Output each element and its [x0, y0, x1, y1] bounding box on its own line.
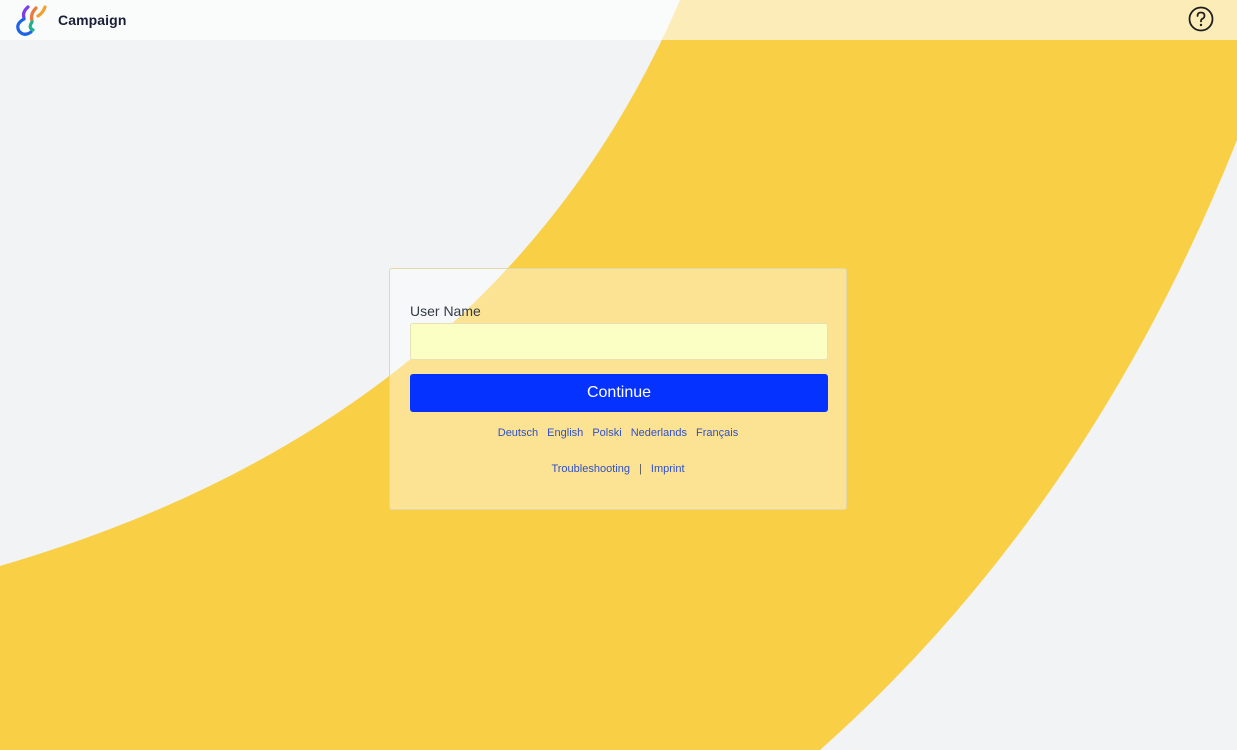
language-link-francais[interactable]: Français	[696, 427, 738, 439]
footer-links: Troubleshooting | Imprint	[390, 463, 846, 475]
top-bar: Campaign	[0, 0, 1237, 40]
imprint-link[interactable]: Imprint	[651, 463, 685, 475]
login-card: User Name Continue Deutsch English Polsk…	[389, 268, 847, 510]
username-input[interactable]	[410, 323, 828, 360]
help-circle-icon[interactable]	[1188, 6, 1214, 32]
language-link-deutsch[interactable]: Deutsch	[498, 427, 538, 439]
language-link-polski[interactable]: Polski	[592, 427, 621, 439]
language-links: Deutsch English Polski Nederlands França…	[390, 427, 846, 439]
troubleshooting-link[interactable]: Troubleshooting	[551, 463, 629, 475]
app-name: Campaign	[58, 12, 127, 28]
language-link-nederlands[interactable]: Nederlands	[631, 427, 687, 439]
campaign-logo-icon	[16, 5, 47, 36]
username-label: User Name	[410, 303, 481, 319]
language-link-english[interactable]: English	[547, 427, 583, 439]
continue-button[interactable]: Continue	[410, 374, 828, 412]
footer-separator: |	[639, 463, 642, 475]
